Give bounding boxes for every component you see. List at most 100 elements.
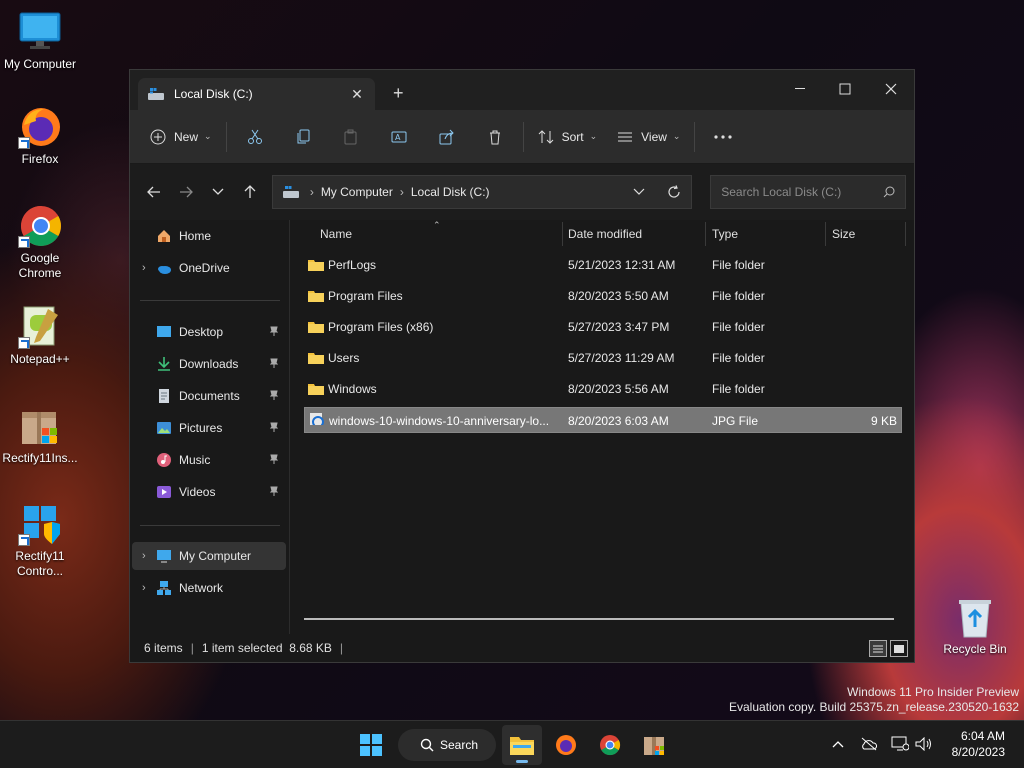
- chevron-down-icon[interactable]: [633, 188, 645, 196]
- new-label: New: [174, 129, 199, 144]
- search-input[interactable]: [721, 185, 883, 199]
- nav-item-label: Home: [179, 229, 212, 243]
- toolbar-separator: [522, 121, 524, 152]
- breadcrumb-local-disk[interactable]: Local Disk (C:): [411, 185, 490, 199]
- nav-item-pictures[interactable]: Pictures: [132, 414, 286, 442]
- forward-button[interactable]: [170, 176, 202, 208]
- nav-item-network[interactable]: › Network: [132, 574, 286, 602]
- column-size[interactable]: Size: [824, 220, 894, 248]
- file-row[interactable]: Windows 8/20/2023 5:56 AM File folder: [304, 376, 902, 402]
- desktop-icon-notepad-plus-plus[interactable]: Notepad++: [0, 305, 80, 366]
- nav-item-desktop[interactable]: Desktop: [132, 318, 286, 346]
- desktop-icon-my-computer[interactable]: My Computer: [0, 10, 80, 71]
- pin-icon: [270, 390, 278, 400]
- scissors-icon: [247, 129, 262, 144]
- nav-item-label: OneDrive: [179, 261, 230, 275]
- taskbar-file-explorer[interactable]: [502, 725, 542, 765]
- taskbar-rectify11-installer[interactable]: [634, 725, 674, 765]
- address-bar[interactable]: › My Computer › Local Disk (C:): [271, 175, 693, 209]
- start-button[interactable]: [351, 725, 391, 765]
- more-options-button[interactable]: [699, 120, 747, 154]
- nav-item-label: Desktop: [179, 325, 224, 339]
- maximize-button[interactable]: [822, 74, 868, 104]
- tab-local-disk[interactable]: Local Disk (C:) ✕: [138, 78, 375, 110]
- refresh-icon[interactable]: [667, 185, 681, 199]
- tiles-view-button[interactable]: [890, 640, 908, 657]
- nav-item-home[interactable]: Home: [132, 222, 286, 250]
- nav-item-onedrive[interactable]: › OneDrive: [132, 254, 286, 282]
- music-icon: [157, 453, 171, 467]
- desktop-icon-rectify11-control[interactable]: Rectify11 Contro...: [0, 502, 80, 579]
- new-button[interactable]: New ⌄: [140, 120, 222, 154]
- watermark-line-1: Windows 11 Pro Insider Preview: [847, 685, 1019, 699]
- network-monitor-icon: [891, 736, 909, 751]
- breadcrumb-separator: ›: [399, 185, 404, 199]
- taskbar-search[interactable]: Search: [398, 729, 496, 761]
- nav-item-videos[interactable]: Videos: [132, 478, 286, 506]
- desktop-icon-label: Notepad++: [10, 352, 70, 366]
- tray-no-internet[interactable]: [860, 735, 878, 753]
- back-button[interactable]: [138, 176, 170, 208]
- show-hidden-icons-button[interactable]: [829, 735, 847, 753]
- minimize-button[interactable]: [778, 74, 824, 104]
- column-type[interactable]: Type: [704, 220, 814, 248]
- column-divider[interactable]: [905, 222, 906, 246]
- folder-icon: [308, 291, 324, 302]
- close-window-button[interactable]: [868, 74, 914, 104]
- desktop-icon-rectify11-installer[interactable]: Rectify11Ins...: [0, 404, 80, 465]
- chevron-right-icon[interactable]: ›: [142, 262, 156, 274]
- status-bar: 6 items | 1 item selected 8.68 KB |: [130, 634, 914, 662]
- share-button[interactable]: [423, 120, 471, 154]
- paste-button[interactable]: [327, 120, 375, 154]
- view-button[interactable]: View ⌄: [607, 120, 690, 154]
- chevron-down-icon: ⌄: [672, 131, 681, 141]
- download-icon: [158, 357, 170, 371]
- title-bar[interactable]: Local Disk (C:) ✕ +: [130, 70, 914, 110]
- file-type: File folder: [712, 320, 765, 334]
- desktop-icon-recycle-bin[interactable]: Recycle Bin: [935, 595, 1015, 656]
- delete-button[interactable]: [471, 120, 519, 154]
- horizontal-scrollbar[interactable]: [304, 618, 894, 620]
- search-icon: [883, 186, 895, 198]
- chevron-right-icon[interactable]: ›: [142, 550, 156, 562]
- folder-icon: [308, 384, 324, 395]
- nav-item-my-computer[interactable]: › My Computer: [132, 542, 286, 570]
- file-list[interactable]: ⌃ Name Date modified Type Size PerfLogs …: [290, 220, 914, 634]
- rename-button[interactable]: A: [375, 120, 423, 154]
- notepad-plus-plus-icon: [18, 305, 62, 349]
- file-explorer-window[interactable]: Local Disk (C:) ✕ + New ⌄ A Sort ⌄ View …: [129, 69, 915, 663]
- taskbar-firefox[interactable]: [546, 725, 586, 765]
- file-row-selected[interactable]: windows-10-windows-10-anniversary-lo... …: [304, 407, 902, 433]
- file-row[interactable]: PerfLogs 5/21/2023 12:31 AM File folder: [304, 252, 902, 278]
- picture-icon: [157, 422, 171, 434]
- desktop-icon-firefox[interactable]: Firefox: [0, 105, 80, 166]
- file-row[interactable]: Program Files 8/20/2023 5:50 AM File fol…: [304, 283, 902, 309]
- column-date-modified[interactable]: Date modified: [560, 220, 700, 248]
- desktop-icon-google-chrome[interactable]: Google Chrome: [0, 204, 80, 281]
- taskbar-clock[interactable]: 6:04 AM 8/20/2023: [952, 728, 1005, 760]
- taskbar-chrome[interactable]: [590, 725, 630, 765]
- recent-locations-button[interactable]: [202, 176, 234, 208]
- file-row[interactable]: Program Files (x86) 5/27/2023 3:47 PM Fi…: [304, 314, 902, 340]
- search-box[interactable]: [710, 175, 906, 209]
- nav-item-downloads[interactable]: Downloads: [132, 350, 286, 378]
- file-row[interactable]: Users 5/27/2023 11:29 AM File folder: [304, 345, 902, 371]
- up-button[interactable]: [234, 176, 266, 208]
- nav-divider: [140, 525, 280, 526]
- column-name[interactable]: Name: [312, 220, 562, 248]
- nav-item-music[interactable]: Music: [132, 446, 286, 474]
- sort-button[interactable]: Sort ⌄: [528, 120, 608, 154]
- nav-item-documents[interactable]: Documents: [132, 382, 286, 410]
- new-tab-button[interactable]: +: [393, 84, 404, 102]
- details-view-button[interactable]: [869, 640, 887, 657]
- tray-network[interactable]: [891, 735, 909, 753]
- close-tab-icon[interactable]: ✕: [349, 86, 365, 102]
- tray-volume[interactable]: [915, 735, 933, 753]
- chevron-down-icon: [212, 188, 224, 195]
- breadcrumb-my-computer[interactable]: My Computer: [321, 185, 393, 199]
- desktop-icon-label: Rectify11Ins...: [2, 451, 78, 465]
- file-date: 8/20/2023 5:56 AM: [568, 382, 669, 396]
- copy-button[interactable]: [279, 120, 327, 154]
- chevron-right-icon[interactable]: ›: [142, 582, 156, 594]
- cut-button[interactable]: [231, 120, 279, 154]
